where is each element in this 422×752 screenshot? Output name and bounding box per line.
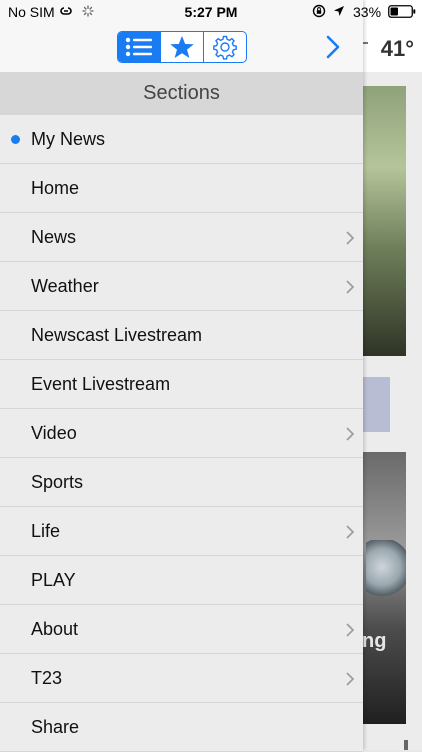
menu-item-t23[interactable]: T23 <box>0 654 363 703</box>
menu-item-label: Share <box>31 717 80 737</box>
menu-item-label: Weather <box>31 276 99 296</box>
background-story-image[interactable] <box>362 86 406 356</box>
chevron-right-icon <box>346 231 355 245</box>
menu-item-label: Video <box>31 423 77 443</box>
segment-settings[interactable] <box>203 32 246 62</box>
menu-item-label: PLAY <box>31 570 76 590</box>
star-icon <box>170 36 194 58</box>
chevron-right-icon <box>346 280 355 294</box>
segment-list[interactable] <box>118 32 160 62</box>
segment-favorites[interactable] <box>160 32 203 62</box>
menu-item-label: Newscast Livestream <box>31 325 203 345</box>
status-bar: No SIM 5:27 PM 33% <box>0 0 422 24</box>
menu-item-newscast-livestream[interactable]: Newscast Livestream <box>0 311 363 360</box>
menu-item-news[interactable]: News <box>0 213 363 262</box>
menu-item-share[interactable]: Share <box>0 703 363 752</box>
background-ad-block <box>362 377 390 432</box>
weather-temperature: 41° <box>380 36 414 61</box>
sections-list: My News Home News Weather Newscast Lives… <box>0 115 363 752</box>
menu-item-label: About <box>31 619 79 639</box>
menu-item-label: T23 <box>31 668 63 688</box>
menu-item-play[interactable]: PLAY <box>0 556 363 605</box>
menu-item-label: Home <box>31 178 80 198</box>
background-story-caption: ng <box>362 630 387 652</box>
menu-item-label: News <box>31 227 77 247</box>
sections-drawer: Sections My News Home News Weather Newsc… <box>0 0 363 752</box>
menu-item-about[interactable]: About <box>0 605 363 654</box>
menu-item-life[interactable]: Life <box>0 507 363 556</box>
menu-item-label: My News <box>31 129 106 149</box>
battery-percentage: 33% <box>353 4 382 20</box>
menu-item-label: Sports <box>31 472 84 492</box>
menu-item-label: Life <box>31 521 61 541</box>
menu-item-home[interactable]: Home <box>0 164 363 213</box>
orientation-lock-icon <box>312 4 326 18</box>
menu-item-my-news[interactable]: My News <box>0 115 363 164</box>
menu-item-video[interactable]: Video <box>0 409 363 458</box>
background-car-image <box>366 540 406 600</box>
chevron-right-icon[interactable] <box>324 34 342 60</box>
gear-icon <box>213 35 237 60</box>
sections-title: Sections <box>0 72 363 116</box>
selected-indicator-dot <box>11 135 20 144</box>
location-arrow-icon <box>334 6 344 16</box>
chevron-right-icon <box>346 427 355 441</box>
view-segmented-control <box>117 31 247 63</box>
menu-item-weather[interactable]: Weather <box>0 262 363 311</box>
menu-item-label: Event Livestream <box>31 374 171 394</box>
battery-icon <box>388 5 416 18</box>
menu-item-event-livestream[interactable]: Event Livestream <box>0 360 363 409</box>
chevron-right-icon <box>346 623 355 637</box>
list-icon <box>125 37 152 57</box>
chevron-right-icon <box>346 525 355 539</box>
menu-item-sports[interactable]: Sports <box>0 458 363 507</box>
background-scroll-indicator <box>404 740 408 750</box>
chevron-right-icon <box>346 672 355 686</box>
